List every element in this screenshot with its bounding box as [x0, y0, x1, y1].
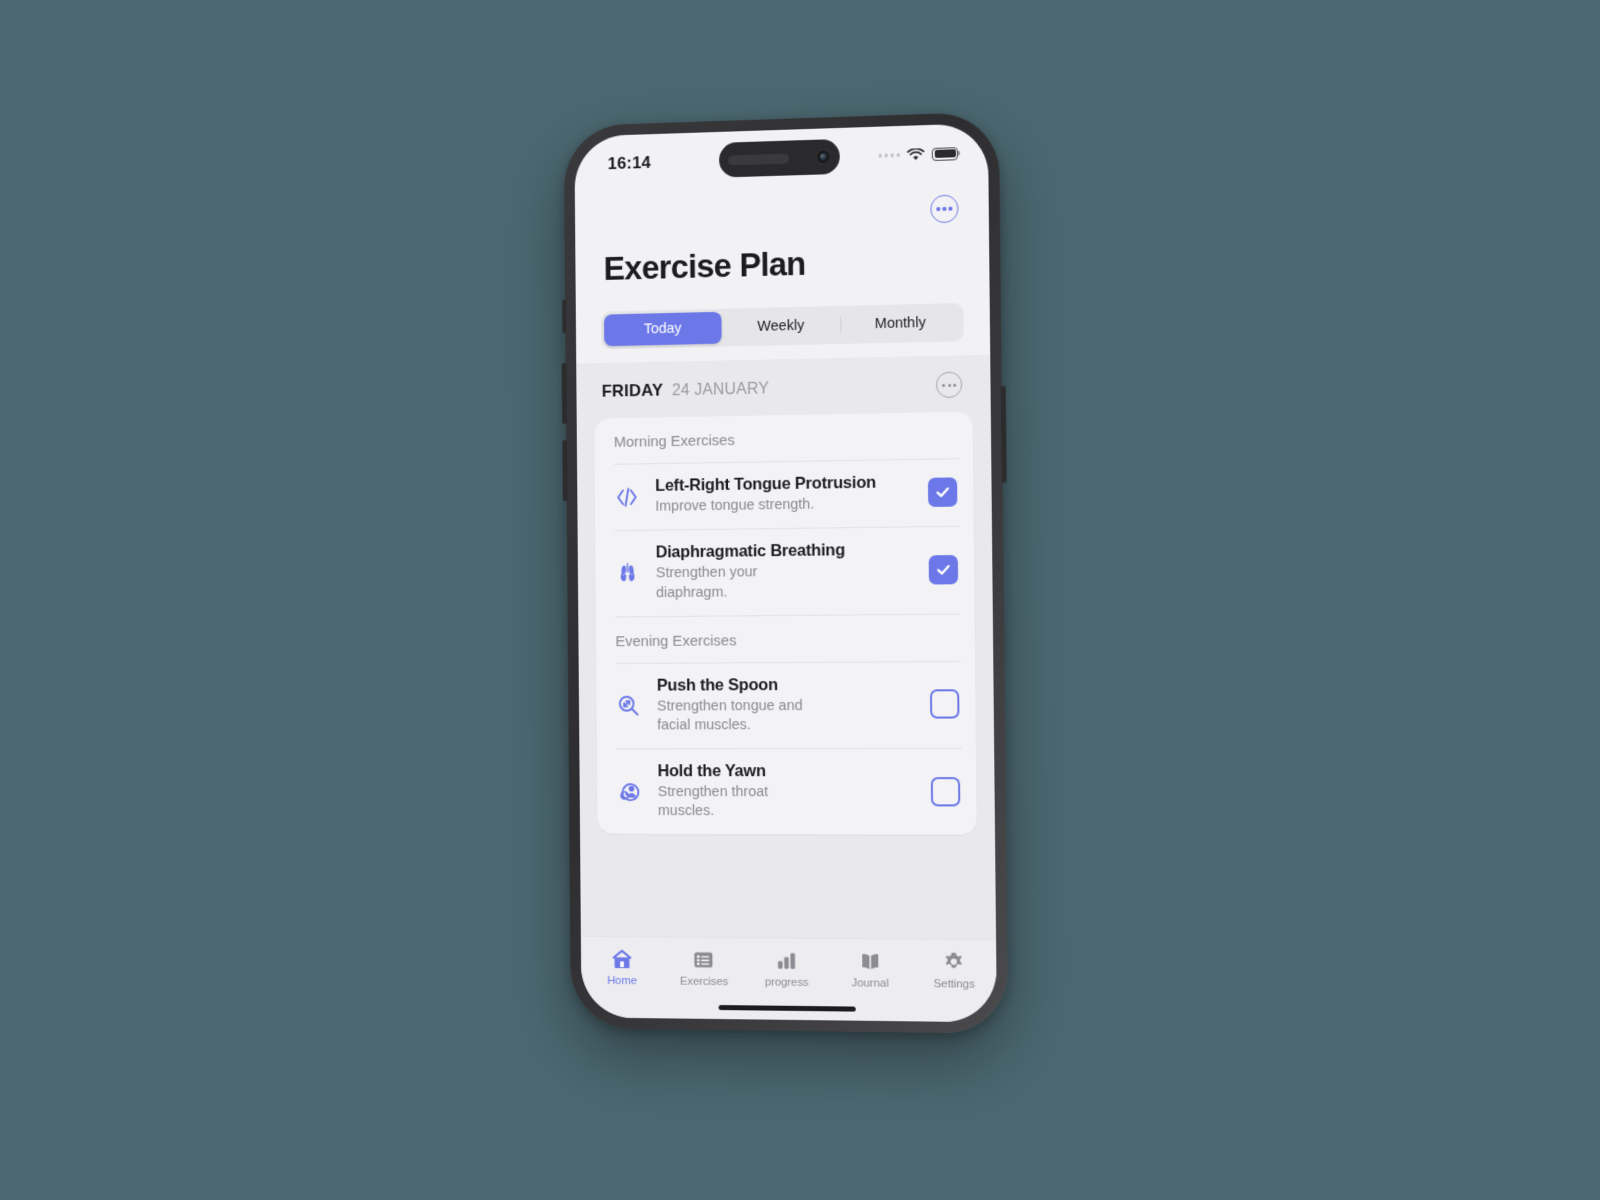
volume-down-button[interactable] [562, 440, 567, 501]
tab-home[interactable]: Home [581, 946, 663, 988]
list-icon [692, 947, 716, 972]
page-title: Exercise Plan [603, 241, 963, 288]
date-weekday: FRIDAY [602, 381, 664, 402]
volume-up-button[interactable] [562, 363, 567, 424]
tab-exercises-label: Exercises [680, 976, 728, 988]
exercise-row-hold-the-yawn[interactable]: Hold the Yawn Strengthen throat muscles. [597, 748, 977, 835]
exercise-subtitle: Strengthen tongue and facial muscles. [657, 697, 827, 736]
segment-monthly[interactable]: Monthly [840, 306, 961, 341]
tab-progress-label: progress [765, 976, 809, 988]
home-icon [610, 946, 634, 971]
exercise-subtitle: Strengthen throat muscles. [658, 783, 828, 821]
status-time: 16:14 [607, 147, 651, 174]
tab-exercises[interactable]: Exercises [663, 947, 746, 989]
exercise-card: Morning Exercises Left-Right Tongue Prot… [594, 412, 977, 836]
device-stage: 16:14 Exercise Plan Today Weekly Monthly… [0, 0, 1600, 1200]
earpiece-speaker-icon [728, 153, 789, 165]
tab-progress[interactable]: progress [745, 947, 828, 989]
segment-today[interactable]: Today [604, 312, 722, 346]
segment-monthly-label: Monthly [875, 315, 926, 332]
exercise-checkbox[interactable] [930, 690, 960, 719]
tab-home-label: Home [607, 975, 637, 987]
date-more-button[interactable] [936, 371, 962, 398]
header-zone: Exercise Plan Today Weekly Monthly [575, 175, 990, 363]
date-day-month: 24 JANUARY [672, 380, 769, 400]
exercise-row-diaphragmatic-breathing[interactable]: Diaphragmatic Breathing Strengthen your … [595, 526, 975, 616]
plan-list-scroll-area[interactable]: FRIDAY 24 JANUARY Morning Exercises Left… [576, 355, 996, 939]
battery-icon [932, 147, 958, 161]
cellular-dots-icon [878, 153, 900, 157]
exercise-subtitle: Improve tongue strength. [655, 496, 825, 517]
exercise-text: Hold the Yawn Strengthen throat muscles. [658, 761, 920, 822]
exercise-subtitle: Strengthen your diaphragm. [656, 563, 826, 603]
exercise-title: Diaphragmatic Breathing [656, 540, 917, 563]
exercise-title: Hold the Yawn [658, 761, 919, 781]
silent-switch[interactable] [562, 300, 566, 334]
exercise-text: Diaphragmatic Breathing Strengthen your … [656, 540, 917, 603]
tab-settings-label: Settings [934, 978, 975, 991]
segment-weekly-label: Weekly [757, 318, 804, 335]
tab-settings[interactable]: Settings [912, 949, 997, 991]
exercise-title: Left-Right Tongue Protrusion [655, 472, 916, 496]
magnifier-resize-icon [612, 689, 645, 723]
phone-frame: 16:14 Exercise Plan Today Weekly Monthly… [564, 112, 1009, 1034]
segment-weekly[interactable]: Weekly [721, 309, 840, 344]
phone-screen: 16:14 Exercise Plan Today Weekly Monthly… [574, 123, 996, 1022]
person-clock-icon [613, 774, 646, 808]
exercise-checkbox[interactable] [931, 777, 961, 806]
exercise-text: Left-Right Tongue Protrusion Improve ton… [655, 472, 916, 517]
code-brackets-icon [610, 480, 643, 514]
exercise-title: Push the Spoon [657, 674, 918, 695]
exercise-checkbox[interactable] [928, 477, 957, 507]
power-button[interactable] [1001, 386, 1007, 483]
date-header: FRIDAY 24 JANUARY [594, 355, 973, 418]
front-camera-icon [816, 149, 831, 164]
dynamic-island [719, 139, 840, 178]
section-heading-morning: Morning Exercises [594, 412, 973, 465]
section-heading-evening: Evening Exercises [615, 613, 961, 663]
exercise-text: Push the Spoon Strengthen tongue and fac… [657, 674, 919, 735]
wifi-icon [907, 148, 925, 162]
date-header-text: FRIDAY 24 JANUARY [602, 378, 769, 401]
gear-icon [942, 949, 966, 975]
exercise-checkbox[interactable] [929, 555, 959, 585]
period-segmented-control[interactable]: Today Weekly Monthly [601, 303, 964, 349]
header-more-button[interactable] [930, 194, 958, 223]
book-icon [858, 948, 882, 973]
exercise-row-left-right-tongue-protrusion[interactable]: Left-Right Tongue Protrusion Improve ton… [595, 458, 974, 531]
tab-journal[interactable]: Journal [828, 948, 912, 990]
exercise-row-push-the-spoon[interactable]: Push the Spoon Strengthen tongue and fac… [596, 660, 976, 748]
lungs-icon [611, 556, 644, 590]
bar-chart-icon [774, 947, 798, 972]
tab-journal-label: Journal [851, 977, 888, 989]
segment-today-label: Today [644, 321, 682, 338]
status-indicators [878, 141, 958, 163]
